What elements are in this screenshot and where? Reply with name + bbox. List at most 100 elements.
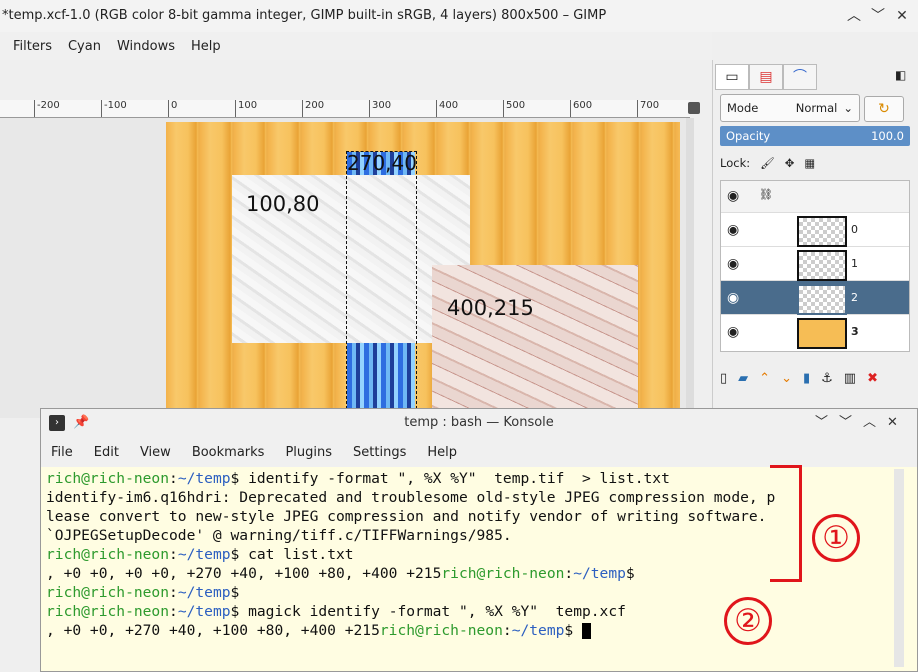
layer-boundary bbox=[346, 151, 417, 419]
konsole-menubar: File Edit View Bookmarks Plugins Setting… bbox=[41, 437, 917, 467]
ruler-tick: -200 bbox=[34, 100, 60, 117]
delete-layer-icon[interactable]: ✖ bbox=[867, 371, 878, 386]
mode-select[interactable]: Mode Normal ⌄ bbox=[720, 94, 860, 122]
prompt-path: ~/temp bbox=[573, 565, 626, 582]
layer-thumbnail bbox=[797, 318, 847, 349]
layers-tab-icon[interactable]: ▭ bbox=[715, 64, 749, 90]
anchor-layer-icon[interactable]: ⚓ bbox=[821, 371, 833, 386]
prompt-user: rich@rich-neon bbox=[46, 603, 170, 620]
chevron-down-icon[interactable]: ﹀ bbox=[870, 8, 886, 24]
duplicate-layer-icon[interactable]: ▮ bbox=[803, 371, 810, 386]
gimp-menubar: Filters Cyan Windows Help bbox=[0, 32, 712, 60]
layer-list[interactable]: ◉ ⛓ ◉ 0 ◉ 1 ◉ 2 ◉ 3 bbox=[720, 180, 910, 352]
menu-cyan[interactable]: Cyan bbox=[67, 39, 102, 54]
layer-row[interactable]: ◉ 0 bbox=[721, 213, 909, 247]
prompt-user: rich@rich-neon bbox=[46, 584, 170, 601]
menu-help[interactable]: Help bbox=[190, 39, 222, 54]
lower-layer-icon[interactable]: ⌄ bbox=[781, 371, 792, 386]
close-icon[interactable]: ✕ bbox=[887, 409, 898, 437]
command-text: identify -format ", %X %Y" temp.tif > li… bbox=[239, 470, 670, 487]
eye-icon[interactable]: ◉ bbox=[727, 290, 739, 306]
opacity-slider[interactable]: Opacity 100.0 bbox=[720, 126, 910, 146]
navigate-icon[interactable] bbox=[688, 102, 700, 114]
marble-layer bbox=[432, 265, 638, 418]
layer-list-header: ◉ ⛓ bbox=[721, 181, 909, 213]
ruler-tick: 200 bbox=[302, 100, 324, 117]
new-group-icon[interactable]: ▰ bbox=[738, 371, 748, 386]
layer-row[interactable]: ◉ 1 bbox=[721, 247, 909, 281]
konsole-title: temp : bash — Konsole bbox=[404, 415, 554, 430]
opacity-label: Opacity bbox=[726, 129, 771, 143]
prompt-user: rich@rich-neon bbox=[379, 622, 503, 639]
mask-layer-icon[interactable]: ▥ bbox=[844, 371, 856, 386]
lock-pixels-icon[interactable]: 🖌 bbox=[760, 156, 775, 170]
eye-icon[interactable]: ◉ bbox=[727, 324, 739, 340]
ruler-tick: 400 bbox=[436, 100, 458, 117]
menu-edit[interactable]: Edit bbox=[94, 445, 119, 460]
command-text: magick identify -format ", %X %Y" temp.x… bbox=[239, 603, 626, 620]
raise-layer-icon[interactable]: ⌃ bbox=[759, 371, 770, 386]
ruler-tick: 600 bbox=[570, 100, 592, 117]
prompt-user: rich@rich-neon bbox=[441, 565, 565, 582]
vertical-scrollbar[interactable] bbox=[686, 118, 694, 418]
ruler-tick: 700 bbox=[637, 100, 659, 117]
prompt-user: rich@rich-neon bbox=[46, 470, 170, 487]
konsole-title-bar: › 📌 temp : bash — Konsole ﹀ ﹀ ︿ ✕ bbox=[41, 409, 917, 437]
annotation-circle-one: ① bbox=[812, 514, 860, 562]
menu-file[interactable]: File bbox=[51, 445, 73, 460]
prompt-path: ~/temp bbox=[177, 470, 231, 487]
paths-tab-icon[interactable]: ⌒ bbox=[783, 64, 817, 90]
menu-bookmarks[interactable]: Bookmarks bbox=[192, 445, 265, 460]
close-icon[interactable]: ✕ bbox=[894, 8, 910, 24]
layer-thumbnail bbox=[797, 284, 847, 315]
output-text: , +0 +0, +0 +0, +270 +40, +100 +80, +400… bbox=[46, 565, 442, 582]
layer-row-selected[interactable]: ◉ 2 bbox=[721, 281, 909, 315]
layer-name: 0 bbox=[851, 223, 858, 236]
terminal-scrollbar[interactable] bbox=[894, 469, 904, 667]
konsole-app-icon: › bbox=[49, 415, 65, 431]
ruler-tick: 300 bbox=[369, 100, 391, 117]
layer-row[interactable]: ◉ 3 bbox=[721, 315, 909, 349]
terminal-line: , +0 +0, +270 +40, +100 +80, +400 +215ri… bbox=[46, 621, 906, 640]
menu-filters[interactable]: Filters bbox=[12, 39, 53, 54]
menu-plugins[interactable]: Plugins bbox=[285, 445, 332, 460]
ruler-tick: 0 bbox=[168, 100, 177, 117]
ruler-tick: 100 bbox=[235, 100, 257, 117]
eye-icon[interactable]: ◉ bbox=[727, 256, 739, 272]
layer-name: 3 bbox=[851, 325, 859, 338]
layer-actions: ▯ ▰ ⌃ ⌄ ▮ ⚓ ▥ ✖ bbox=[720, 366, 910, 390]
composite-mode-icon[interactable]: ↻ bbox=[864, 96, 904, 122]
horizontal-ruler[interactable]: -200 -100 0 100 200 300 400 500 600 700 bbox=[0, 100, 690, 118]
menu-help[interactable]: Help bbox=[427, 445, 457, 460]
prompt-path: ~/temp bbox=[177, 603, 231, 620]
ruler-tick: 500 bbox=[503, 100, 525, 117]
gimp-window-title: *temp.xcf-1.0 (RGB color 8-bit gamma int… bbox=[0, 0, 918, 32]
blue-layer-offset-label: 270,40 bbox=[347, 151, 417, 175]
new-layer-icon[interactable]: ▯ bbox=[720, 371, 727, 386]
terminal-line: rich@rich-neon:~/temp$ magick identify -… bbox=[46, 603, 626, 620]
eye-icon[interactable]: ◉ bbox=[727, 222, 739, 238]
lock-label: Lock: bbox=[720, 156, 751, 170]
lock-alpha-icon[interactable]: ▦ bbox=[804, 156, 815, 170]
chevron-down-icon[interactable]: ﹀ bbox=[839, 409, 852, 437]
channels-tab-icon[interactable]: ▤ bbox=[749, 64, 783, 90]
pin-icon[interactable]: 📌 bbox=[73, 409, 89, 437]
eye-icon[interactable]: ◉ bbox=[727, 188, 739, 204]
minimize-icon[interactable]: ︿ bbox=[863, 409, 876, 437]
menu-settings[interactable]: Settings bbox=[353, 445, 406, 460]
prompt-path: ~/temp bbox=[177, 584, 231, 601]
chevron-down-icon: ⌄ bbox=[843, 101, 853, 115]
menu-view[interactable]: View bbox=[140, 445, 171, 460]
menu-windows[interactable]: Windows bbox=[116, 39, 176, 54]
mode-label: Mode bbox=[727, 101, 759, 115]
prompt-user: rich@rich-neon bbox=[46, 546, 170, 563]
opacity-value: 100.0 bbox=[871, 129, 904, 143]
chain-icon[interactable]: ⛓ bbox=[759, 188, 773, 201]
chevron-down-icon[interactable]: ﹀ bbox=[815, 409, 828, 437]
annotation-bracket bbox=[770, 465, 802, 582]
minimize-icon[interactable]: ︿ bbox=[846, 8, 862, 24]
dock-menu-icon[interactable]: ◧ bbox=[895, 68, 906, 82]
lock-position-icon[interactable]: ✥ bbox=[785, 156, 795, 170]
marble-layer-offset-label: 400,215 bbox=[447, 296, 534, 320]
layer-thumbnail bbox=[797, 216, 847, 247]
